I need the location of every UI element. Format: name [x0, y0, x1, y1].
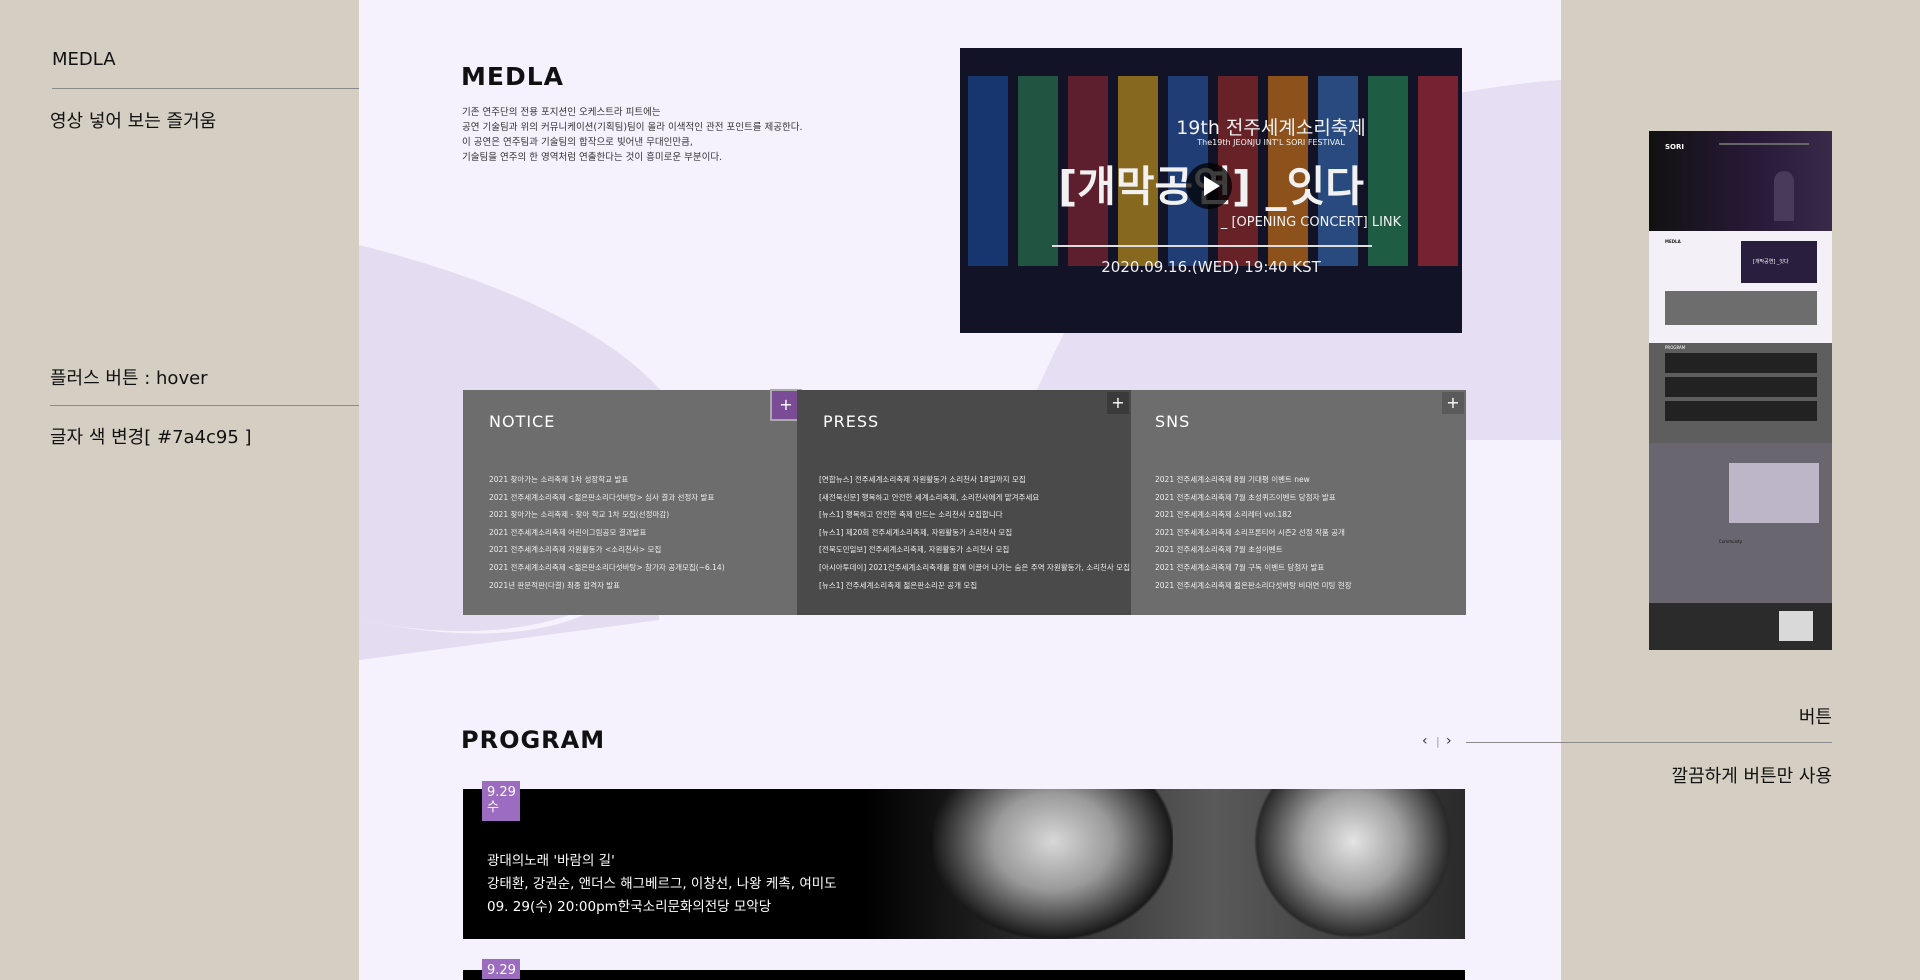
- date-badge: 9.29: [482, 959, 520, 979]
- press-item[interactable]: [새전북신문] 행복하고 안전한 세계소리축제, 소리천사에게 맡겨주세요: [819, 492, 1130, 510]
- press-list: [연합뉴스] 전주세계소리축제 자원활동가 소리천사 18일까지 모집 [새전북…: [819, 474, 1130, 597]
- press-item[interactable]: [뉴스1] 제20회 전주세계소리축제, 자원활동가 소리천사 모집: [819, 527, 1130, 545]
- thumb-program-card: [1665, 401, 1817, 421]
- badge-date: 9.29: [487, 963, 516, 978]
- thumb-nav: [1719, 143, 1809, 145]
- program-section-title: PROGRAM: [461, 726, 606, 754]
- thumb-video-label: [개막공연] _잇다: [1753, 259, 1789, 265]
- media-annotation-title: MEDLA: [52, 49, 116, 70]
- press-title: PRESS: [823, 412, 880, 431]
- notice-list: 2021 찾아가는 소리축제 1차 성장학교 발표 2021 전주세계소리축제 …: [489, 474, 725, 597]
- media-section-title: MEDLA: [461, 62, 564, 91]
- thumb-map: [1779, 611, 1813, 641]
- press-item[interactable]: [아시아투데이] 2021전주세계소리축제를 함께 이끌어 나가는 숨은 주역 …: [819, 562, 1130, 580]
- media-annotation-desc: 영상 넣어 보는 즐거움: [50, 111, 217, 132]
- media-desc-line: 이 공연은 연주팀과 기술팀의 합작으로 빚어낸 무대인만큼,: [462, 137, 693, 148]
- design-board: MEDLA 기존 연주단의 전용 포지션인 오케스트라 피트에는 공연 기술팀과…: [359, 0, 1561, 980]
- sns-title: SNS: [1155, 412, 1191, 431]
- thumb-media-title: MEDLA: [1665, 239, 1681, 244]
- sns-item[interactable]: 2021 전주세계소리축제 8월 기대평 이벤트 new: [1155, 474, 1352, 492]
- arrow-divider: |: [1436, 735, 1440, 748]
- button-annotation-title: 버튼: [1798, 707, 1832, 728]
- notice-board: NOTICE + 2021 찾아가는 소리축제 1차 성장학교 발표 2021 …: [463, 389, 802, 615]
- date-badge: 9.29 수: [482, 781, 520, 821]
- program-time-place: 09. 29(수) 20:00pm한국소리문화의전당 모악당: [487, 899, 772, 915]
- thumb-video: [개막공연] _잇다: [1741, 241, 1817, 283]
- thumb-program-card: [1665, 377, 1817, 397]
- program-title: 광대의노래 '바람의 길': [487, 853, 615, 869]
- sns-board: SNS + 2021 전주세계소리축제 8월 기대평 이벤트 new 2021 …: [1131, 390, 1466, 615]
- sns-item[interactable]: 2021 전주세계소리축제 7월 초성이벤트: [1155, 544, 1352, 562]
- play-icon[interactable]: [1186, 163, 1232, 209]
- press-item[interactable]: [뉴스1] 행복하고 안전한 축제 만드는 소리천사 모집합니다: [819, 509, 1130, 527]
- media-desc-line: 공연 기술팀과 위의 커뮤니케이션(기획팀)팀이 올라 이색적인 관전 포인트를…: [462, 122, 803, 133]
- press-item[interactable]: [뉴스1] 전주세계소리축제 젊은판소리꾼 공개 모집: [819, 580, 1130, 598]
- press-item[interactable]: [연합뉴스] 전주세계소리축제 자원활동가 소리천사 18일까지 모집: [819, 474, 1130, 492]
- notice-title: NOTICE: [489, 412, 556, 431]
- program-card[interactable]: 9.29 수 광대의노래 '바람의 길' 강태환, 강권순, 앤더스 해그베르그…: [463, 781, 1465, 939]
- performer-photo: [1253, 789, 1453, 939]
- media-description: 기존 연주단의 전용 포지션인 오케스트라 피트에는 공연 기술팀과 위의 커뮤…: [462, 105, 803, 165]
- plus-annotation-title: 플러스 버튼 : hover: [50, 368, 208, 389]
- chevron-right-icon[interactable]: ›: [1446, 733, 1452, 749]
- performer-photo: [933, 789, 1173, 939]
- video-divider: [1052, 245, 1372, 247]
- badge-day: 수: [487, 800, 499, 815]
- sns-item[interactable]: 2021 전주세계소리축제 소리레터 vol.182: [1155, 509, 1352, 527]
- video-subheadline: _ [OPENING CONCERT] LINK: [1220, 215, 1402, 230]
- thumb-footer: [1649, 603, 1832, 650]
- plus-icon[interactable]: +: [1107, 392, 1129, 414]
- thumb-program-card: [1665, 353, 1817, 373]
- annotation-leader-line: [1466, 742, 1832, 743]
- video-festival-title: 19th 전주세계소리축제: [1176, 117, 1366, 139]
- notice-item[interactable]: 2021 전주세계소리축제 어린이그림공모 결과발표: [489, 527, 725, 545]
- press-item[interactable]: [전북도민일보] 전주세계소리축제, 자원활동가 소리천사 모집: [819, 544, 1130, 562]
- video-date: 2020.09.16.(WED) 19:40 KST: [1101, 258, 1321, 276]
- thumb-hero: SORI: [1649, 131, 1832, 231]
- thumb-logo: SORI: [1665, 143, 1684, 151]
- thumb-boards: [1665, 291, 1817, 325]
- sns-item[interactable]: 2021 전주세계소리축제 젊은판소리다섯바탕 비대면 미팅 현장: [1155, 580, 1352, 598]
- thumb-poster: [1729, 463, 1819, 523]
- sns-list: 2021 전주세계소리축제 8월 기대평 이벤트 new 2021 전주세계소리…: [1155, 474, 1352, 597]
- thumb-community-title: Community: [1719, 539, 1743, 544]
- program-performers: 강태환, 강권순, 앤더스 해그베르그, 이창선, 나왕 케촉, 여미도: [487, 876, 837, 892]
- thumb-program-section: PROGRAM: [1649, 343, 1832, 443]
- notice-item[interactable]: 2021 전주세계소리축제 <젊은판소리다섯바탕> 심사 결과 선정자 발표: [489, 492, 725, 510]
- media-desc-line: 기존 연주단의 전용 포지션인 오케스트라 피트에는: [462, 107, 661, 118]
- thumb-community-section: Community: [1649, 443, 1832, 603]
- page-thumbnail: SORI MEDLA [개막공연] _잇다 PROGRAM Community: [1649, 131, 1832, 650]
- video-player[interactable]: 19th 전주세계소리축제 The19th JEONJU INT'L SORI …: [960, 48, 1462, 333]
- video-festival-subtitle: The19th JEONJU INT'L SORI FESTIVAL: [1197, 138, 1345, 147]
- notice-item[interactable]: 2021년 판문적판(다결) 최종 합격자 발표: [489, 580, 725, 598]
- notice-item[interactable]: 2021 찾아가는 소리축제 1차 성장학교 발표: [489, 474, 725, 492]
- notice-item[interactable]: 2021 전주세계소리축제 자원활동가 <소리천사> 모집: [489, 544, 725, 562]
- media-desc-line: 기술팀을 연주의 한 영역처럼 연출한다는 것이 흥미로운 부분이다.: [462, 152, 723, 163]
- plus-icon[interactable]: +: [1442, 392, 1464, 414]
- sns-item[interactable]: 2021 전주세계소리축제 7월 초성퀴즈이벤트 당첨자 발표: [1155, 492, 1352, 510]
- plus-annotation-desc: 글자 색 변경[ #7a4c95 ]: [50, 427, 252, 448]
- sns-item[interactable]: 2021 전주세계소리축제 7월 구독 이벤트 당첨자 발표: [1155, 562, 1352, 580]
- notice-item[interactable]: 2021 찾아가는 소리축제 - 찾아 학교 1차 모집(선정마감): [489, 509, 725, 527]
- program-card[interactable]: 9.29: [463, 959, 1465, 980]
- thumb-media-section: MEDLA [개막공연] _잇다: [1649, 231, 1832, 343]
- badge-date: 9.29: [487, 785, 516, 800]
- notice-item[interactable]: 2021 전주세계소리축제 <젊은판소리다섯바탕> 참가자 공개모집(~6.14…: [489, 562, 725, 580]
- thumb-program-title: PROGRAM: [1665, 345, 1686, 350]
- thumb-hero-figure: [1774, 171, 1794, 221]
- press-board: PRESS + [연합뉴스] 전주세계소리축제 자원활동가 소리천사 18일까지…: [797, 390, 1131, 615]
- chevron-left-icon[interactable]: ‹: [1422, 733, 1428, 749]
- button-annotation-desc: 깔끔하게 버튼만 사용: [1671, 766, 1832, 787]
- sns-item[interactable]: 2021 전주세계소리축제 소리프론티어 시즌2 선정 작품 공개: [1155, 527, 1352, 545]
